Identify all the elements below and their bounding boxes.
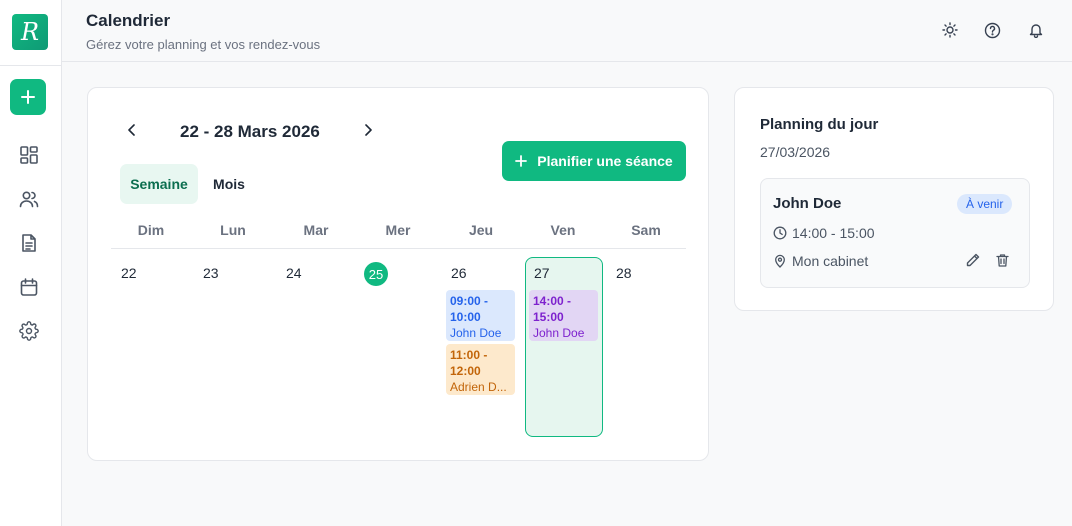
page-header: Calendrier Gérez votre planning et vos r…	[62, 0, 1072, 62]
day-header-thu: Jeu	[468, 222, 494, 238]
plan-session-button[interactable]: Planifier une séance	[502, 141, 686, 181]
appointment-location: Mon cabinet	[792, 253, 869, 269]
location-pin-icon	[775, 254, 785, 268]
trash-icon	[995, 253, 1009, 267]
day-planning-title: Planning du jour	[760, 116, 879, 133]
appointment-time: 14:00 - 15:00	[792, 225, 875, 241]
prev-week-button[interactable]	[124, 122, 140, 138]
sidebar-item-patients[interactable]	[18, 188, 40, 210]
event-time: 14:00 - 15:00	[533, 294, 572, 324]
day-cell-24[interactable]: 24	[286, 265, 302, 281]
tab-month[interactable]: Mois	[203, 164, 255, 204]
selected-day-column[interactable]	[525, 257, 603, 437]
day-header-tue: Mar	[303, 222, 329, 238]
new-item-button[interactable]	[10, 79, 46, 115]
calendar-card: 22 - 28 Mars 2026 Semaine Mois Planifier…	[87, 87, 709, 461]
day-header-divider	[111, 248, 686, 249]
day-planning-card: Planning du jour 27/03/2026 John Doe À v…	[734, 87, 1054, 311]
dashboard-icon	[20, 146, 38, 164]
day-header-mon: Lun	[220, 222, 246, 238]
day-header-sat: Sam	[631, 222, 661, 238]
notifications-button[interactable]	[1026, 20, 1046, 40]
day-cell-27[interactable]: 27	[534, 265, 550, 281]
pencil-icon	[966, 253, 980, 267]
sidebar-item-documents[interactable]	[18, 232, 40, 254]
theme-toggle-button[interactable]	[940, 20, 960, 40]
day-cell-22[interactable]: 22	[121, 265, 137, 281]
appointment-location-row: Mon cabinet	[773, 253, 868, 269]
page-subtitle: Gérez votre planning et vos rendez-vous	[86, 37, 321, 52]
page-title: Calendrier	[86, 11, 171, 30]
week-range-label: 22 - 28 Mars 2026	[180, 122, 320, 141]
day-cell-26[interactable]: 26	[451, 265, 467, 281]
sidebar-item-dashboard[interactable]	[18, 144, 40, 166]
appointment-name: John Doe	[773, 195, 842, 212]
event-time: 09:00 - 10:00	[450, 294, 489, 324]
chevron-right-icon	[365, 124, 372, 136]
day-cell-28[interactable]: 28	[616, 265, 632, 281]
sun-icon	[942, 22, 958, 38]
plus-icon	[21, 90, 35, 104]
event-name: Adrien D...	[450, 380, 507, 394]
day-planning-date: 27/03/2026	[760, 144, 831, 160]
sidebar-divider	[0, 65, 62, 66]
today-badge[interactable]: 25	[364, 262, 388, 286]
sidebar-item-settings[interactable]	[18, 320, 40, 342]
app-logo[interactable]: R	[12, 14, 48, 50]
edit-appointment-button[interactable]	[963, 250, 983, 270]
chevron-left-icon	[128, 124, 135, 136]
appointment-card[interactable]: John Doe À venir 14:00 - 15:00 Mon cabin…	[760, 178, 1030, 288]
next-week-button[interactable]	[360, 122, 376, 138]
document-icon	[22, 234, 36, 252]
sidebar-item-calendar[interactable]	[18, 276, 40, 298]
clock-icon	[773, 226, 787, 240]
event-name: John Doe	[450, 326, 502, 340]
plan-session-label: Planifier une séance	[537, 153, 673, 169]
day-cell-23[interactable]: 23	[203, 265, 219, 281]
help-button[interactable]	[982, 20, 1002, 40]
event-card[interactable]: 14:00 - 15:00 John Doe	[529, 290, 598, 341]
plus-icon	[515, 155, 528, 167]
appointment-time-row: 14:00 - 15:00	[773, 225, 875, 241]
status-badge: À venir	[957, 194, 1013, 214]
event-name: John Doe	[533, 326, 585, 340]
day-header-sun: Dim	[137, 222, 165, 238]
day-header-fri: Ven	[550, 222, 576, 238]
event-card[interactable]: 11:00 - 12:00 Adrien D...	[446, 344, 515, 395]
tab-week[interactable]: Semaine	[120, 164, 198, 204]
day-header-wed: Mer	[385, 222, 411, 238]
event-card[interactable]: 09:00 - 10:00 John Doe	[446, 290, 515, 341]
users-icon	[19, 191, 39, 208]
sidebar: R	[0, 0, 62, 526]
event-time: 11:00 - 12:00	[450, 348, 488, 378]
delete-appointment-button[interactable]	[992, 250, 1012, 270]
help-icon	[984, 22, 1000, 38]
bell-icon	[1029, 24, 1043, 38]
gear-icon	[19, 321, 39, 341]
calendar-icon	[20, 278, 38, 296]
logo-letter: R	[20, 18, 40, 46]
